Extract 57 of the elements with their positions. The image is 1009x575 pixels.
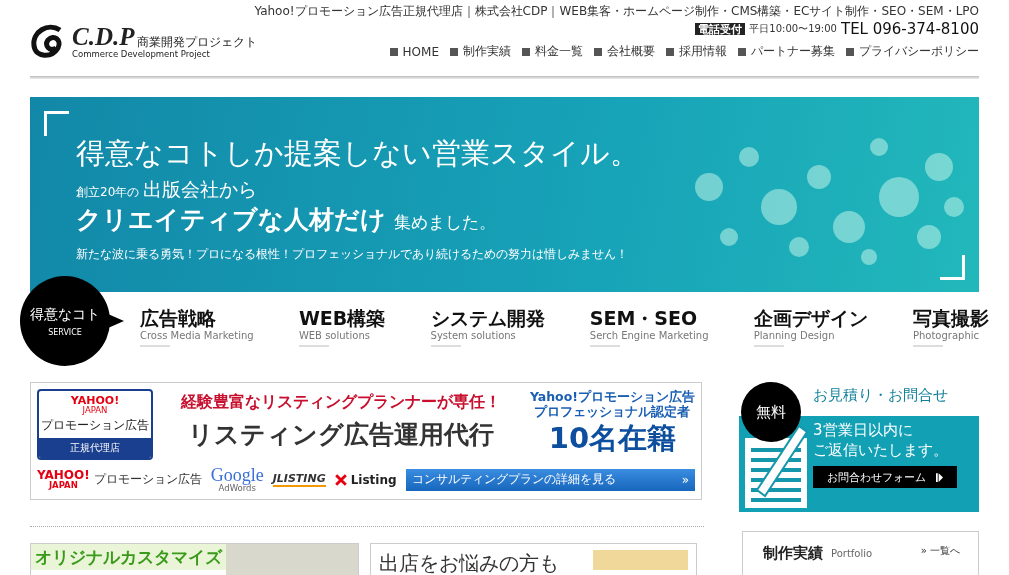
logo-tagline: Commerce Development Project: [72, 49, 211, 59]
nav-link[interactable]: 会社概要: [594, 43, 655, 60]
business-hours: 平日10:00〜19:00: [749, 22, 837, 36]
logo-subtitle: 商業開発プロジェクト: [136, 35, 257, 49]
nav-link[interactable]: HOME: [389, 43, 439, 60]
hero-description: 新たな波に乗る勇気！プロになる根性！プロフェッショナルであり続けるための努力は惜しみません！: [76, 246, 629, 263]
yahoo-logo: YAHOO!: [70, 395, 120, 406]
service-link[interactable]: 広告戦略 Cross Media Marketing: [140, 306, 254, 347]
agency-badge: 正規代理店: [39, 438, 151, 458]
service-link[interactable]: 企画デザイン Planning Design: [753, 306, 868, 347]
contact-title: お見積り・お問合せ: [813, 385, 949, 406]
nav-link[interactable]: パートナー募集: [738, 43, 835, 60]
cert-text: プロフェッショナル認定者: [534, 404, 691, 419]
bracket-icon: [44, 111, 69, 136]
free-badge: 無料: [741, 382, 801, 442]
play-icon: [936, 472, 943, 482]
service-link[interactable]: システム開発 System solutions: [430, 306, 545, 347]
hero-text: 集めました。: [394, 211, 496, 234]
phone-number: TEL 096-374-8100: [840, 20, 979, 38]
phone-badge: 電話受付: [695, 23, 746, 35]
hero-text: クリエイティブな人材だけ: [76, 204, 386, 236]
ad-title: リスティング広告運用代行: [188, 419, 495, 451]
service-link[interactable]: WEB構築 WEB solutions: [298, 306, 386, 347]
listing-logo: Listing: [350, 472, 397, 487]
badge-subtitle: SERVICE: [48, 327, 82, 337]
logo-wordmark: C.D.P: [72, 25, 135, 49]
cert-text: Yahoo!プロモーション広告: [529, 389, 695, 404]
ad-catchphrase: 経験豊富なリスティングプランナーが専任！: [181, 391, 502, 413]
shop-banner[interactable]: 出店をお悩みの方も: [370, 543, 697, 575]
jlisting-logo: JLISTING: [272, 472, 326, 487]
cross-icon: [334, 473, 347, 486]
company-logo[interactable]: C.D.P商業開発プロジェクト Commerce Development Project: [30, 20, 257, 64]
agency-label: プロモーション広告: [41, 417, 149, 434]
hero-text: 創立20年の: [76, 184, 140, 201]
nav-link[interactable]: 採用情報: [666, 43, 727, 60]
nav-link[interactable]: 制作実績: [450, 43, 511, 60]
view-all-link[interactable]: » 一覧へ: [920, 544, 960, 558]
partner-label: プロモーション広告: [93, 471, 202, 488]
service-link[interactable]: 写真撮影 Photographic: [912, 306, 989, 347]
service-link[interactable]: SEM・SEO Serch Engine Marketing: [589, 306, 709, 347]
google-logo: Google AdWords: [210, 466, 264, 493]
contact-form-button[interactable]: お問合わせフォーム: [813, 466, 957, 488]
hero-text: 出版会社から: [143, 177, 258, 202]
contact-message: ご返信いたします。: [813, 440, 949, 460]
portfolio-title: 制作実績: [763, 544, 823, 563]
site-tagline: Yahoo!プロモーション広告正規代理店｜株式会社CDP｜WEB集客・ホームページ制作・CMS構築・ECサイト制作・SEO・SEM・LPO: [254, 4, 979, 18]
nav-link[interactable]: 料金一覧: [522, 43, 583, 60]
details-button[interactable]: コンサルティングプランの詳細を見る »: [405, 468, 695, 491]
contact-message: 3営業日以内に: [813, 420, 914, 440]
portfolio-subtitle: Portfolio: [831, 548, 873, 559]
badge-title: 得意なコト: [30, 305, 100, 324]
yahoo-logo: YAHOO! JAPAN: [37, 469, 90, 490]
bracket-icon: [940, 255, 965, 280]
nav-link[interactable]: プライバシーポリシー: [846, 43, 979, 60]
cert-count: 10名在籍: [548, 420, 677, 457]
hero-headline: 得意なコトしか提案しない営業スタイル。: [76, 135, 639, 172]
yahoo-logo-sub: JAPAN: [82, 406, 108, 415]
